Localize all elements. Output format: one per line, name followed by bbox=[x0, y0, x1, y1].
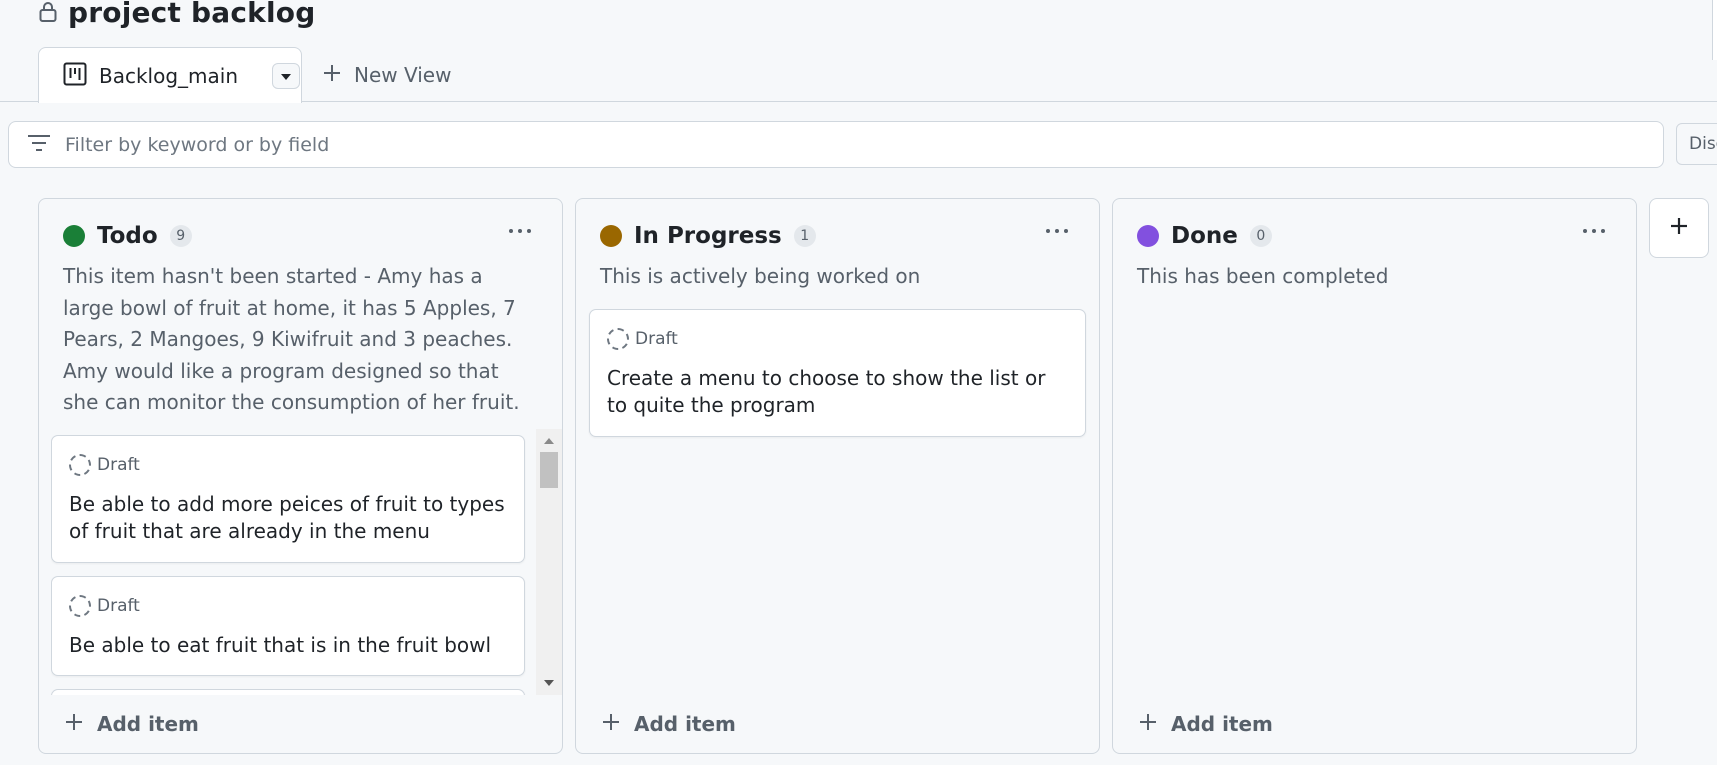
item-count-badge: 1 bbox=[793, 225, 816, 247]
item-count-badge: 9 bbox=[169, 225, 192, 247]
draft-status: Draft bbox=[607, 328, 678, 350]
plus-icon bbox=[1669, 216, 1689, 240]
plus-icon bbox=[602, 713, 620, 735]
project-board-page: project backlog Backlog_main New View Fi… bbox=[0, 0, 1717, 765]
card-item[interactable]: Draft Be able to add more peices of frui… bbox=[51, 435, 525, 563]
card-item[interactable] bbox=[51, 689, 525, 695]
new-view-label: New View bbox=[354, 63, 452, 87]
add-column-button[interactable] bbox=[1649, 198, 1709, 258]
column-menu-button[interactable] bbox=[1577, 217, 1611, 245]
new-view-button[interactable]: New View bbox=[322, 47, 451, 103]
card-status-label: Draft bbox=[97, 596, 140, 616]
project-header: project backlog bbox=[38, 0, 315, 32]
card-status-label: Draft bbox=[635, 329, 678, 349]
issue-draft-icon bbox=[69, 595, 91, 617]
board-icon bbox=[63, 62, 87, 90]
column-title: Done bbox=[1171, 223, 1238, 249]
add-item-button[interactable]: Add item bbox=[1139, 709, 1273, 739]
scroll-up-arrow[interactable] bbox=[544, 438, 554, 444]
column-menu-button[interactable] bbox=[1040, 217, 1074, 245]
column-header: Done 0 bbox=[1137, 219, 1272, 253]
column-description: This item hasn't been started - Amy has … bbox=[63, 264, 520, 414]
card-title[interactable]: Be able to eat fruit that is in the frui… bbox=[69, 632, 510, 659]
kebab-horizontal-icon bbox=[509, 229, 531, 233]
column-menu-button[interactable] bbox=[503, 217, 537, 245]
plus-icon bbox=[65, 713, 83, 735]
column-title: In Progress bbox=[634, 223, 782, 249]
draft-status: Draft bbox=[69, 595, 140, 617]
draft-status: Draft bbox=[69, 454, 140, 476]
issue-draft-icon bbox=[69, 454, 91, 476]
status-dot bbox=[63, 225, 85, 247]
lock-icon bbox=[38, 0, 58, 24]
plus-icon bbox=[1139, 713, 1157, 735]
kebab-horizontal-icon bbox=[1046, 229, 1068, 233]
add-item-label: Add item bbox=[634, 712, 736, 736]
side-panel-edge bbox=[1712, 0, 1717, 60]
status-dot bbox=[1137, 225, 1159, 247]
column-header: Todo 9 bbox=[63, 219, 192, 253]
filter-bar bbox=[8, 121, 1664, 168]
column-description: This has been completed bbox=[1137, 264, 1389, 288]
view-options-button[interactable] bbox=[272, 62, 301, 89]
scroll-down-arrow[interactable] bbox=[544, 680, 554, 686]
item-count-badge: 0 bbox=[1249, 225, 1272, 247]
tab-label: Backlog_main bbox=[99, 63, 239, 88]
column-done: Done 0 This has been completed Add item bbox=[1112, 198, 1637, 754]
card-status-label: Draft bbox=[97, 455, 140, 475]
project-title: project backlog bbox=[68, 0, 316, 29]
triangle-down-icon bbox=[280, 66, 292, 85]
card-list-scrollbar[interactable] bbox=[536, 429, 562, 695]
filter-input[interactable] bbox=[65, 133, 1565, 156]
view-tabs: Backlog_main New View bbox=[0, 46, 1717, 103]
plus-icon bbox=[322, 63, 342, 87]
column-todo: Todo 9 This item hasn't been started - A… bbox=[38, 198, 563, 754]
filter-icon bbox=[27, 134, 51, 156]
card-title[interactable]: Be able to add more peices of fruit to t… bbox=[69, 491, 510, 545]
kebab-horizontal-icon bbox=[1583, 229, 1605, 233]
add-item-button[interactable]: Add item bbox=[602, 709, 736, 739]
add-item-button[interactable]: Add item bbox=[65, 709, 199, 739]
add-item-label: Add item bbox=[1171, 712, 1273, 736]
card-item[interactable]: Draft Be able to eat fruit that is in th… bbox=[51, 576, 525, 676]
issue-draft-icon bbox=[607, 328, 629, 350]
card-list: Draft Be able to add more peices of frui… bbox=[51, 429, 534, 695]
card-title[interactable]: Create a menu to choose to show the list… bbox=[607, 365, 1071, 419]
scroll-thumb[interactable] bbox=[540, 452, 558, 488]
status-dot bbox=[600, 225, 622, 247]
card-item[interactable]: Draft Create a menu to choose to show th… bbox=[589, 309, 1086, 437]
column-description: This is actively being worked on bbox=[600, 264, 921, 288]
tab-backlog-main[interactable]: Backlog_main bbox=[38, 47, 302, 103]
column-title: Todo bbox=[97, 223, 158, 249]
add-item-label: Add item bbox=[97, 712, 199, 736]
discard-button[interactable]: Disc bbox=[1676, 123, 1717, 165]
column-in-progress: In Progress 1 This is actively being wor… bbox=[575, 198, 1100, 754]
column-header: In Progress 1 bbox=[600, 219, 816, 253]
